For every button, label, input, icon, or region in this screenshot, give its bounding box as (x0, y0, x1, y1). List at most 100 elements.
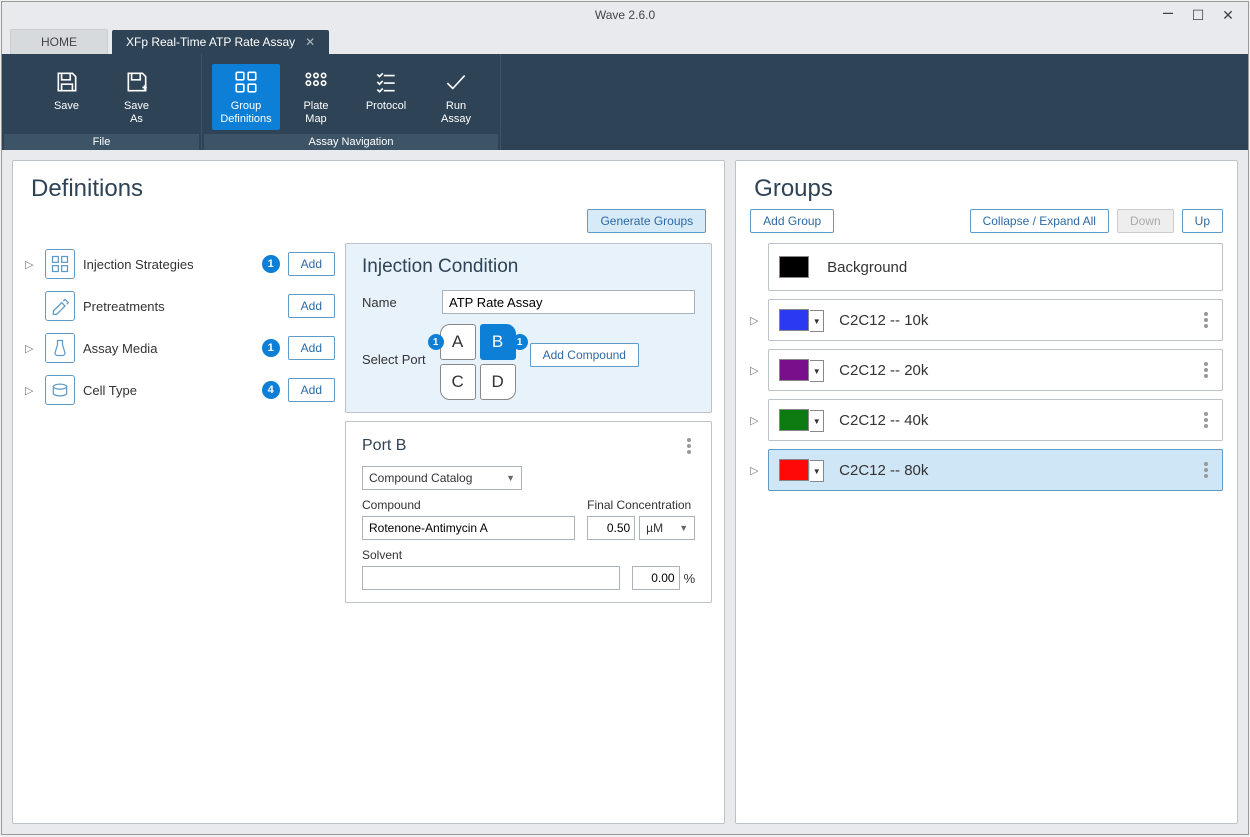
titlebar: Wave 2.6.0 – ☐ ✕ (2, 2, 1248, 28)
chevron-down-icon[interactable]: ▼ (810, 360, 824, 382)
definitions-list: ▷ Injection Strategies 1 Add ▷ Pret (25, 243, 335, 811)
port-b-title: Port B (362, 437, 406, 455)
more-icon[interactable] (1200, 308, 1212, 332)
expand-icon[interactable]: ▷ (750, 364, 762, 377)
more-icon[interactable] (683, 434, 695, 458)
expand-icon[interactable]: ▷ (750, 464, 762, 477)
group-item[interactable]: ▼ C2C12 -- 20k (768, 349, 1223, 391)
expand-icon[interactable]: ▷ (25, 342, 37, 355)
add-compound-button[interactable]: Add Compound (530, 343, 639, 367)
definition-detail: Injection Condition Name Select Port A (345, 243, 712, 811)
more-icon[interactable] (1200, 458, 1212, 482)
groups-panel: Groups Add Group Collapse / Expand All D… (735, 160, 1238, 824)
compound-catalog-select[interactable]: Compound Catalog ▼ (362, 466, 522, 490)
port-b-button[interactable]: B (480, 324, 516, 360)
protocol-button[interactable]: Protocol (352, 64, 420, 130)
tab-home[interactable]: HOME (10, 29, 108, 54)
down-button[interactable]: Down (1117, 209, 1174, 233)
solvent-label: Solvent (362, 548, 620, 562)
chevron-down-icon: ▼ (506, 473, 515, 483)
final-concentration-input[interactable] (587, 516, 635, 540)
def-label: Injection Strategies (83, 257, 254, 272)
group-item[interactable]: ▼ C2C12 -- 80k (768, 449, 1223, 491)
compound-input[interactable] (362, 516, 575, 540)
injection-condition-card: Injection Condition Name Select Port A (345, 243, 712, 413)
solvent-percent-input[interactable] (632, 566, 680, 590)
chevron-down-icon[interactable]: ▼ (810, 460, 824, 482)
color-swatch[interactable]: ▼ (779, 409, 809, 431)
group-definitions-button[interactable]: Group Definitions (212, 64, 280, 130)
group-item[interactable]: ▼ C2C12 -- 40k (768, 399, 1223, 441)
protocol-icon (373, 68, 399, 96)
group-row-background: ▷ Background (750, 243, 1223, 291)
color-swatch[interactable]: ▼ (779, 459, 809, 481)
group-definitions-icon (233, 68, 259, 96)
more-icon[interactable] (1200, 358, 1212, 382)
def-row-cell-type: ▷ Cell Type 4 Add (25, 369, 335, 411)
save-icon (54, 68, 80, 96)
color-swatch[interactable]: ▼ (779, 309, 809, 331)
expand-icon[interactable]: ▷ (25, 384, 37, 397)
cell-type-icon (45, 375, 75, 405)
percent-unit: % (684, 571, 696, 586)
count-badge: 1 (262, 255, 280, 273)
expand-icon[interactable]: ▷ (750, 314, 762, 327)
injection-strategies-icon (45, 249, 75, 279)
ribbon-group-file-label: File (4, 134, 199, 150)
solvent-input[interactable] (362, 566, 620, 590)
add-button[interactable]: Add (288, 336, 335, 360)
def-row-pretreatments: ▷ Pretreatments 0 Add (25, 285, 335, 327)
port-a-button[interactable]: A (440, 324, 476, 360)
compound-label: Compound (362, 498, 575, 512)
name-input[interactable] (442, 290, 695, 314)
port-c-button[interactable]: C (440, 364, 476, 400)
window-title: Wave 2.6.0 (595, 8, 655, 22)
save-button[interactable]: Save (33, 64, 101, 130)
group-row: ▷ ▼ C2C12 -- 80k (750, 449, 1223, 491)
save-as-icon (124, 68, 150, 96)
name-label: Name (362, 295, 432, 310)
run-assay-button[interactable]: Run Assay (422, 64, 490, 130)
color-swatch[interactable]: ▼ (779, 359, 809, 381)
minimize-icon[interactable]: – (1158, 7, 1178, 24)
final-concentration-label: Final Concentration (587, 498, 695, 512)
maximize-icon[interactable]: ☐ (1188, 7, 1208, 24)
definitions-panel: Definitions Generate Groups ▷ Injection … (12, 160, 725, 824)
up-button[interactable]: Up (1182, 209, 1223, 233)
port-d-button[interactable]: D (480, 364, 516, 400)
pretreatments-icon (45, 291, 75, 321)
expand-icon[interactable]: ▷ (750, 414, 762, 427)
more-icon[interactable] (1200, 408, 1212, 432)
tab-document-label: XFp Real-Time ATP Rate Assay (126, 35, 295, 49)
group-label: C2C12 -- 20k (839, 362, 928, 379)
chevron-down-icon[interactable]: ▼ (810, 410, 824, 432)
port-a-badge: 1 (428, 334, 444, 350)
generate-groups-button[interactable]: Generate Groups (587, 209, 706, 233)
run-assay-icon (443, 68, 469, 96)
tab-close-icon[interactable]: ✕ (305, 35, 315, 49)
add-button[interactable]: Add (288, 252, 335, 276)
plate-map-icon (303, 68, 329, 96)
assay-media-icon (45, 333, 75, 363)
tab-document[interactable]: XFp Real-Time ATP Rate Assay ✕ (112, 30, 329, 54)
group-row: ▷ ▼ C2C12 -- 10k (750, 299, 1223, 341)
collapse-expand-button[interactable]: Collapse / Expand All (970, 209, 1109, 233)
add-button[interactable]: Add (288, 294, 335, 318)
save-as-button[interactable]: Save As (103, 64, 171, 130)
add-group-button[interactable]: Add Group (750, 209, 834, 233)
group-background[interactable]: Background (768, 243, 1223, 291)
injection-condition-title: Injection Condition (362, 256, 695, 278)
concentration-unit-select[interactable]: µM ▼ (639, 516, 695, 540)
close-icon[interactable]: ✕ (1218, 7, 1238, 24)
group-label: Background (827, 259, 907, 276)
expand-icon[interactable]: ▷ (25, 258, 37, 271)
port-b-card: Port B Compound Catalog ▼ Compound (345, 421, 712, 603)
chevron-down-icon[interactable]: ▼ (810, 310, 824, 332)
definitions-title: Definitions (13, 161, 724, 209)
def-label: Assay Media (83, 341, 254, 356)
chevron-down-icon: ▼ (679, 523, 688, 533)
add-button[interactable]: Add (288, 378, 335, 402)
group-item[interactable]: ▼ C2C12 -- 10k (768, 299, 1223, 341)
plate-map-button[interactable]: Plate Map (282, 64, 350, 130)
group-label: C2C12 -- 10k (839, 312, 928, 329)
